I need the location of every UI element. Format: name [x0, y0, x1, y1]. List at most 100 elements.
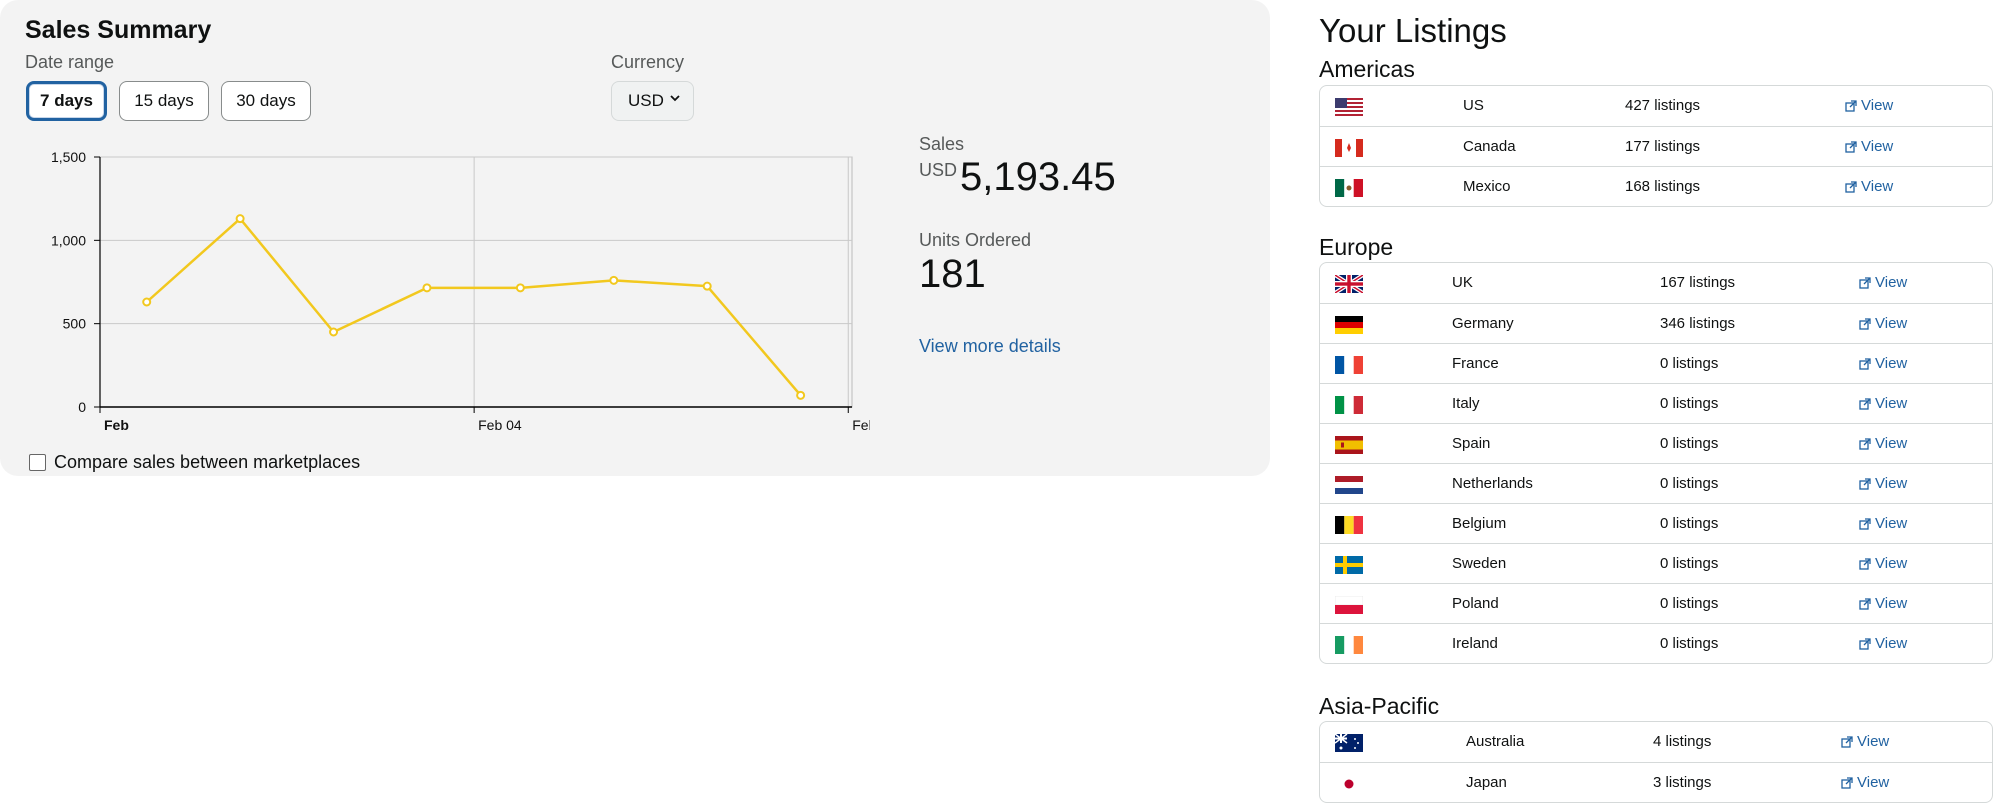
listing-row: Mexico 168 listings View — [1320, 166, 1992, 206]
compare-marketplaces-row[interactable]: Compare sales between marketplaces — [29, 452, 360, 473]
view-link-label: View — [1875, 274, 1908, 291]
listing-country: Sweden — [1452, 555, 1507, 572]
australia-flag-icon — [1335, 734, 1363, 752]
external-link-icon — [1859, 276, 1871, 289]
view-listing-link[interactable]: View — [1845, 97, 1893, 114]
region-title-americas: Americas — [1319, 56, 1415, 82]
range-7-days-button[interactable]: 7 days — [26, 81, 107, 121]
view-listing-link[interactable]: View — [1859, 635, 1907, 652]
listing-count: 427 listings — [1625, 97, 1701, 114]
listing-row: Spain 0 listings View — [1320, 423, 1992, 463]
sales-summary-title: Sales Summary — [25, 16, 212, 44]
y-axis-ticks: 0 500 1,000 1,500 — [51, 149, 100, 415]
view-link-label: View — [1875, 555, 1908, 572]
units-ordered-value: 181 — [919, 252, 986, 296]
listing-table-americas: US 427 listings View Canada 177 listings View… — [1319, 85, 1993, 207]
view-link-label: View — [1861, 138, 1894, 155]
listing-count: 0 listings — [1660, 515, 1719, 532]
listing-row: Sweden 0 listings View — [1320, 543, 1992, 583]
uk-flag-icon — [1335, 275, 1363, 293]
range-30-days-button[interactable]: 30 days — [221, 81, 311, 121]
external-link-icon — [1859, 597, 1871, 610]
listing-country: Ireland — [1452, 635, 1498, 652]
view-listing-link[interactable]: View — [1859, 355, 1907, 372]
view-listing-link[interactable]: View — [1859, 274, 1907, 291]
data-point — [142, 297, 152, 307]
listing-count: 0 listings — [1660, 395, 1719, 412]
currency-select[interactable]: USD — [611, 81, 694, 121]
listing-country: Poland — [1452, 595, 1499, 612]
view-link-label: View — [1875, 435, 1908, 452]
listing-country: Italy — [1452, 395, 1480, 412]
view-listing-link[interactable]: View — [1859, 315, 1907, 332]
y-tick-label: 500 — [63, 316, 87, 332]
listing-country: Germany — [1452, 315, 1514, 332]
data-point — [702, 281, 712, 291]
listing-country: UK — [1452, 274, 1473, 291]
date-range-label: Date range — [25, 52, 115, 72]
data-point — [235, 214, 245, 224]
sweden-flag-icon — [1335, 556, 1363, 574]
listing-country: Australia — [1466, 733, 1525, 750]
y-tick-label: 1,000 — [51, 232, 86, 248]
data-point — [796, 390, 806, 400]
sales-value: 5,193.45 — [960, 155, 1116, 199]
listing-row: Ireland 0 listings View — [1320, 623, 1992, 663]
view-listing-link[interactable]: View — [1841, 733, 1889, 750]
view-more-details-link[interactable]: View more details — [919, 336, 1061, 357]
listing-row: Japan 3 listings View — [1320, 762, 1992, 802]
view-listing-link[interactable]: View — [1859, 395, 1907, 412]
x-tick-label: Feb 06 — [852, 417, 870, 433]
data-point — [422, 283, 432, 293]
view-link-label: View — [1857, 774, 1890, 791]
currency-label: Currency — [611, 52, 685, 72]
view-listing-link[interactable]: View — [1845, 178, 1893, 195]
sales-label: Sales — [919, 134, 965, 154]
view-listing-link[interactable]: View — [1845, 138, 1893, 155]
germany-flag-icon — [1335, 316, 1363, 334]
view-link-label: View — [1861, 97, 1894, 114]
listing-count: 177 listings — [1625, 138, 1701, 155]
view-link-label: View — [1875, 475, 1908, 492]
view-link-label: View — [1875, 315, 1908, 332]
view-listing-link[interactable]: View — [1859, 435, 1907, 452]
view-link-label: View — [1875, 355, 1908, 372]
netherlands-flag-icon — [1335, 476, 1363, 494]
listing-row: Germany 346 listings View — [1320, 303, 1992, 343]
listing-country: Netherlands — [1452, 475, 1533, 492]
mexico-flag-icon — [1335, 179, 1363, 197]
listing-count: 0 listings — [1660, 435, 1719, 452]
listing-count: 346 listings — [1660, 315, 1736, 332]
view-link-label: View — [1857, 733, 1890, 750]
sales-summary-card: Sales Summary Date range 7 days 15 days … — [0, 0, 1270, 476]
chart-grid — [99, 156, 853, 408]
listing-count: 3 listings — [1653, 774, 1712, 791]
external-link-icon — [1859, 637, 1871, 650]
sales-line-chart: 05001,0001,500 FebFeb 04Feb 06Feb 08 — [51, 149, 870, 433]
listing-country: Spain — [1452, 435, 1491, 452]
belgium-flag-icon — [1335, 516, 1363, 534]
region-title-europe: Europe — [1319, 234, 1394, 260]
view-listing-link[interactable]: View — [1859, 555, 1907, 572]
plot-area — [99, 156, 853, 408]
view-listing-link[interactable]: View — [1859, 595, 1907, 612]
compare-checkbox[interactable] — [29, 454, 46, 471]
listing-row: Netherlands 0 listings View — [1320, 463, 1992, 503]
chevron-down-icon — [670, 95, 680, 102]
x-tick-label: Feb 04 — [478, 417, 522, 433]
view-listing-link[interactable]: View — [1859, 515, 1907, 532]
listing-row: Poland 0 listings View — [1320, 583, 1992, 623]
view-listing-link[interactable]: View — [1859, 475, 1907, 492]
range-15-days-button[interactable]: 15 days — [119, 81, 209, 121]
sales-currency: USD — [919, 160, 958, 180]
listing-country: US — [1463, 97, 1484, 114]
external-link-icon — [1841, 735, 1853, 748]
currency-value: USD — [628, 91, 664, 110]
listing-count: 0 listings — [1660, 595, 1719, 612]
view-listing-link[interactable]: View — [1841, 774, 1889, 791]
italy-flag-icon — [1335, 396, 1363, 414]
listing-count: 0 listings — [1660, 355, 1719, 372]
listing-count: 0 listings — [1660, 475, 1719, 492]
data-point — [329, 327, 339, 337]
listings-title: Your Listings — [1319, 12, 1507, 49]
